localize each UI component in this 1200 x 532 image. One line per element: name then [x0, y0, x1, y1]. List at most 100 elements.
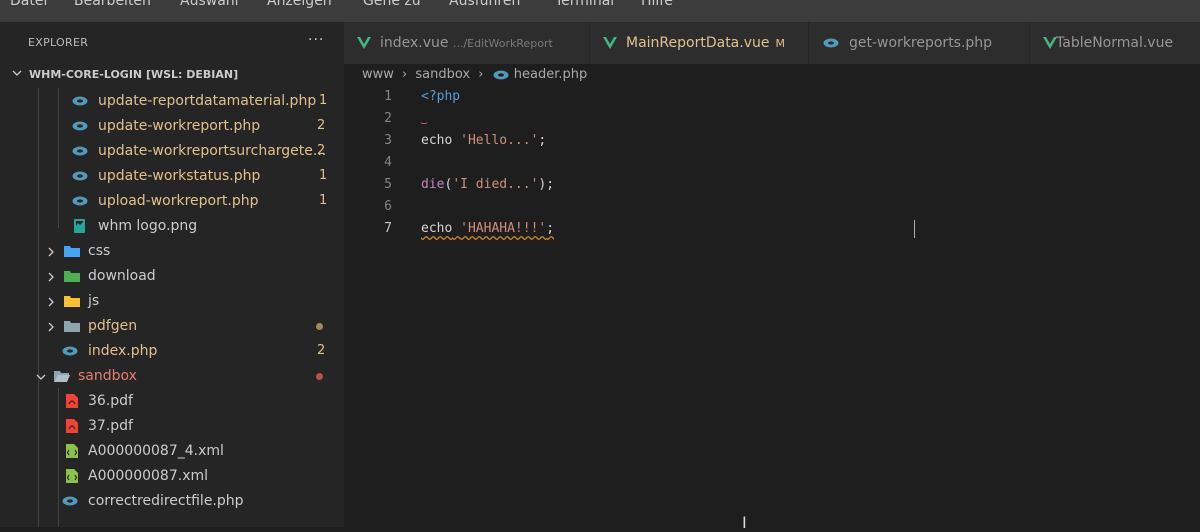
php-icon [72, 146, 88, 156]
code-keyword: echo [421, 133, 453, 148]
code-punctuation: ; [538, 133, 547, 148]
tree-item-file[interactable]: index.php 2 [0, 339, 344, 364]
menu-anzeigen[interactable]: Anzeigen [267, 0, 332, 9]
line-number: 7 [384, 221, 392, 236]
line-number: 3 [384, 133, 392, 148]
code-line: 1 <?php [344, 86, 1200, 108]
tree-item-file[interactable]: A000000087_4.xml [0, 439, 344, 464]
menu-terminal[interactable]: Terminal [555, 0, 614, 9]
code-text: <?php [421, 89, 461, 104]
tree-item-folder[interactable]: sandbox [0, 364, 344, 389]
php-icon [62, 496, 78, 506]
more-actions-icon[interactable]: ··· [308, 32, 324, 48]
code-line: 4 [344, 152, 1200, 174]
text-cursor [914, 220, 915, 238]
tab-label: index.vue [380, 35, 449, 51]
php-icon [493, 70, 509, 79]
tree-item-file[interactable]: 37.pdf [0, 414, 344, 439]
tree-item-label: css [88, 243, 111, 259]
tree-item-label: js [88, 293, 100, 309]
line-number: 5 [384, 177, 392, 192]
mouse-ibeam-icon: I [742, 513, 747, 532]
tab-mainreportdata-vue[interactable]: MainReportData.vue M [590, 22, 809, 64]
project-header[interactable]: WHM-CORE-LOGIN [WSL: DEBIAN] [0, 64, 344, 86]
chevron-right-icon: › [402, 67, 408, 82]
tree-item-label: correctredirectfile.php [88, 493, 244, 509]
explorer-sidebar: EXPLORER ··· WHM-CORE-LOGIN [WSL: DEBIAN… [0, 22, 344, 527]
php-icon [62, 346, 78, 356]
problem-count-badge: 1 [319, 193, 328, 208]
line-number: 2 [384, 111, 392, 126]
tree-item-file[interactable]: update-workreport.php 2 [0, 114, 344, 139]
code-editor[interactable]: 1 <?php 2 ‿ 3 echo 'Hello...'; 4 5 die('… [344, 86, 1200, 527]
tree-item-file[interactable]: update-workreportsurchargete... 2 [0, 139, 344, 164]
chevron-right-icon [48, 247, 54, 257]
pdf-icon [66, 419, 78, 433]
menu-hilfe[interactable]: Hilfe [641, 0, 673, 9]
tree-item-file[interactable]: A000000087.xml [0, 464, 344, 489]
code-string: 'Hello...' [460, 133, 539, 148]
tree-item-file[interactable]: update-reportdatamaterial.php 1 [0, 89, 344, 114]
tree-item-folder[interactable]: js [0, 289, 344, 314]
vue-icon [603, 37, 617, 49]
image-icon [74, 219, 85, 233]
tree-item-file[interactable]: whm logo.png [0, 214, 344, 239]
tree-item-folder[interactable]: download [0, 264, 344, 289]
folder-icon [64, 321, 80, 332]
code-line-active: 7 echo 'HAHAHA!!!'; [344, 218, 1200, 240]
menu-datei[interactable]: Datei [10, 0, 47, 9]
error-squiggle-icon: ‿ [421, 114, 428, 125]
code-string: 'HAHAHA!!!' [460, 221, 547, 236]
pdf-icon [66, 394, 78, 408]
tab-get-workreports-php[interactable]: get-workreports.php [809, 22, 1030, 64]
vue-icon [357, 37, 371, 49]
tree-item-folder[interactable]: css [0, 239, 344, 264]
menu-ausfuehren[interactable]: Ausführen [449, 0, 520, 9]
code-line: 5 die('I died...'); [344, 174, 1200, 196]
xml-icon [66, 444, 78, 458]
tree-item-label: download [88, 268, 156, 284]
menu-bearbeiten[interactable]: Bearbeiten [74, 0, 151, 9]
explorer-title: EXPLORER [28, 36, 89, 49]
modified-dot-icon [316, 323, 323, 330]
php-icon [72, 171, 88, 181]
tree-item-file[interactable]: correctredirectfile.php [0, 489, 344, 514]
tree-item-label: A000000087_4.xml [88, 443, 224, 459]
tree-item-file[interactable]: 36.pdf [0, 389, 344, 414]
php-icon [823, 38, 839, 48]
problem-count-badge: 2 [317, 143, 326, 158]
tree-item-label: 37.pdf [88, 418, 133, 434]
tree-item-label: 36.pdf [88, 393, 133, 409]
modified-indicator: M [775, 37, 785, 50]
menu-bar: Datei Bearbeiten Auswahl Anzeigen Gehe z… [0, 0, 1200, 22]
code-punctuation: ); [538, 177, 555, 192]
tree-item-file[interactable]: update-workstatus.php 1 [0, 164, 344, 189]
xml-icon [66, 469, 78, 483]
tree-item-label: pdfgen [88, 318, 138, 334]
breadcrumb-item[interactable]: www [362, 67, 394, 82]
php-icon [72, 96, 88, 106]
folder-download-icon [64, 271, 80, 282]
folder-js-icon [64, 296, 80, 307]
code-keyword: echo [421, 221, 453, 236]
breadcrumb-item[interactable]: sandbox [415, 67, 470, 82]
tab-tablenormal-vue[interactable]: TableNormal.vue [1030, 22, 1200, 64]
project-name: WHM-CORE-LOGIN [WSL: DEBIAN] [29, 68, 239, 81]
tree-item-label: index.php [88, 343, 158, 359]
tree-item-folder[interactable]: pdfgen [0, 314, 344, 339]
tab-index-vue[interactable]: index.vue .../EditWorkReport [344, 22, 590, 64]
problem-count-badge: 2 [317, 343, 326, 358]
menu-auswahl[interactable]: Auswahl [180, 0, 239, 9]
code-function: die [421, 177, 445, 192]
editor-tab-bar: index.vue .../EditWorkReport MainReportD… [344, 22, 1200, 64]
line-number: 4 [384, 155, 392, 170]
tree-item-file[interactable]: upload-workreport.php 1 [0, 189, 344, 214]
menu-gehe-zu[interactable]: Gehe zu [363, 0, 421, 9]
code-line: 2 ‿ [344, 108, 1200, 130]
breadcrumb-item[interactable]: header.php [514, 67, 587, 82]
tab-label: get-workreports.php [849, 35, 993, 51]
code-line: 6 [344, 196, 1200, 218]
tab-label: MainReportData.vue [626, 35, 770, 51]
tab-label: TableNormal.vue [1056, 35, 1174, 51]
tree-item-label: update-workreportsurchargete... [98, 143, 327, 159]
